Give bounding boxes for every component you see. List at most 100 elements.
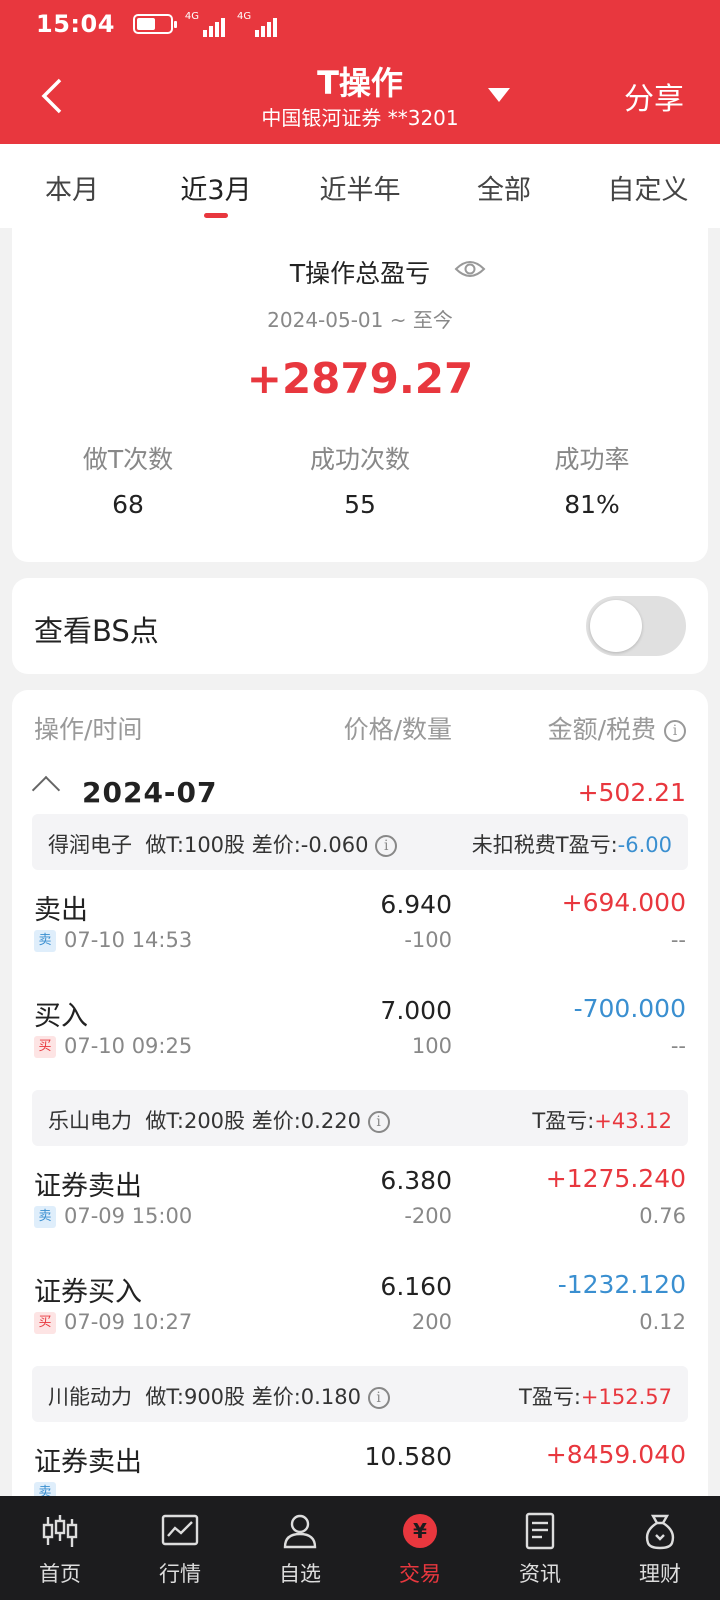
share-button[interactable]: 分享 — [624, 74, 684, 118]
stock-group-header[interactable]: 乐山电力 做T:200股 差价:0.220 i T盈亏:+43.12 — [32, 1090, 688, 1146]
eye-icon[interactable] — [454, 258, 486, 280]
trade-quantity: -100 — [404, 928, 452, 952]
trade-fee: 0.76 — [639, 1204, 686, 1228]
t-profit: 未扣税费T盈亏:-6.00 — [472, 829, 672, 859]
nav-label: 资讯 — [519, 1562, 561, 1586]
trade-time: 07-09 10:27 — [64, 1310, 193, 1334]
buy-tag: 买 — [34, 1036, 56, 1058]
trade-row[interactable]: 证券卖出卖 07-09 15:00 6.380 -200 +1275.240 0.76 — [12, 1152, 708, 1256]
trade-time: 07-10 09:25 — [64, 1034, 193, 1058]
buy-tag: 买 — [34, 1312, 56, 1334]
trade-quantity: -200 — [404, 1204, 452, 1228]
stock-summary: 乐山电力 做T:200股 差价:0.220 i — [48, 1105, 390, 1135]
trade-operation: 证券买入 — [34, 1277, 142, 1308]
price-diff: 差价:0.220 — [251, 1109, 361, 1133]
trade-price: 6.380 — [380, 1166, 452, 1195]
t-shares: 做T:900股 — [145, 1385, 246, 1409]
stock-group-header[interactable]: 川能动力 做T:900股 差价:0.180 i T盈亏:+152.57 — [32, 1366, 688, 1422]
trade-row[interactable]: 买入买 07-10 09:25 7.000 100 -700.000 -- — [12, 982, 708, 1086]
stat-success-rate: 成功率 81% — [476, 440, 708, 519]
tab-label: 近3月 — [180, 175, 252, 206]
trade-amount: -700.000 — [573, 994, 686, 1023]
stat-t-count: 做T次数 68 — [12, 440, 244, 519]
total-profit: +2879.27 — [246, 354, 474, 403]
stock-summary: 得润电子 做T:100股 差价:-0.060 i — [48, 829, 398, 859]
account-selector[interactable]: 中国银河证券 **3201 — [0, 102, 720, 131]
stat-success-count: 成功次数 55 — [244, 440, 476, 519]
yuan-icon: ¥ — [396, 1508, 444, 1554]
stat-value: 68 — [112, 490, 144, 519]
trade-time: 07-10 14:53 — [64, 928, 193, 952]
t-profit-value: -6.00 — [617, 833, 672, 857]
trade-fee: -- — [670, 1034, 686, 1058]
document-icon — [516, 1508, 564, 1554]
t-profit-value: +43.12 — [594, 1109, 672, 1133]
nav-item-3[interactable]: ¥ 交易 — [360, 1496, 480, 1600]
price-diff: 差价:0.180 — [251, 1385, 361, 1409]
nav-item-0[interactable]: 首页 — [0, 1496, 120, 1600]
stat-value: 55 — [344, 490, 376, 519]
tab-2[interactable]: 近半年 — [288, 144, 432, 228]
tab-active-indicator — [204, 213, 228, 218]
stat-label: 成功次数 — [309, 445, 410, 474]
bs-points-card: 查看BS点 — [12, 578, 708, 674]
stat-label: 成功率 — [554, 445, 630, 474]
trade-operation: 买入 — [34, 1001, 88, 1032]
trade-list: 操作/时间 价格/数量 金额/税费 i 2024-07 +502.21 得润电子… — [12, 690, 708, 1510]
nav-label: 理财 — [639, 1562, 681, 1586]
t-shares: 做T:100股 — [145, 833, 246, 857]
trade-fee: -- — [670, 928, 686, 952]
chart-icon — [156, 1508, 204, 1554]
t-profit-label: T盈亏: — [532, 1109, 595, 1133]
tab-label: 自定义 — [607, 175, 689, 206]
trade-operation: 卖出 — [34, 895, 88, 926]
nav-label: 首页 — [39, 1562, 81, 1586]
trade-quantity: 200 — [411, 1310, 452, 1334]
bs-points-toggle[interactable] — [586, 596, 686, 656]
nav-label: 交易 — [399, 1562, 441, 1586]
trade-row[interactable]: 证券买入买 07-09 10:27 6.160 200 -1232.120 0.12 — [12, 1258, 708, 1362]
info-icon[interactable]: i — [367, 1387, 390, 1409]
sell-tag: 卖 — [34, 1206, 56, 1228]
nav-item-1[interactable]: 行情 — [120, 1496, 240, 1600]
status-time: 15:04 — [36, 10, 115, 38]
col-header-price-qty: 价格/数量 — [343, 715, 452, 744]
signal-label: 4G — [237, 11, 252, 22]
trade-price: 6.160 — [380, 1272, 452, 1301]
tab-0[interactable]: 本月 — [0, 144, 144, 228]
tab-label: 近半年 — [319, 175, 401, 206]
nav-label: 行情 — [159, 1562, 201, 1586]
trade-price: 6.940 — [380, 890, 452, 919]
dropdown-arrow-icon[interactable] — [488, 88, 510, 102]
info-icon[interactable]: i — [664, 720, 686, 742]
trade-row[interactable]: 卖出卖 07-10 14:53 6.940 -100 +694.000 -- — [12, 876, 708, 980]
tab-label: 本月 — [45, 175, 99, 206]
nav-item-4[interactable]: 资讯 — [480, 1496, 600, 1600]
tab-4[interactable]: 自定义 — [576, 144, 720, 228]
signal-icon: 4G — [237, 11, 278, 37]
t-profit-label: T盈亏: — [519, 1385, 581, 1409]
info-icon[interactable]: i — [375, 835, 398, 857]
svg-text:¥: ¥ — [413, 1519, 427, 1543]
stock-summary: 川能动力 做T:900股 差价:0.180 i — [48, 1381, 390, 1411]
money-bag-icon — [636, 1508, 684, 1554]
t-profit-label: 未扣税费T盈亏: — [471, 833, 618, 857]
info-icon[interactable]: i — [367, 1111, 390, 1133]
nav-item-5[interactable]: 理财 — [600, 1496, 720, 1600]
header: T操作 中国银河证券 **3201 分享 — [0, 48, 720, 144]
battery-icon — [132, 14, 177, 34]
trade-price: 7.000 — [380, 996, 452, 1025]
trade-amount: +1275.240 — [545, 1164, 686, 1193]
tab-3[interactable]: 全部 — [432, 144, 576, 228]
nav-item-2[interactable]: 自选 — [240, 1496, 360, 1600]
summary-card: T操作总盈亏 2024-05-01 ~ 至今 +2879.27 做T次数 68 … — [12, 228, 708, 562]
nav-label: 自选 — [279, 1562, 321, 1586]
stock-name: 乐山电力 — [48, 1109, 132, 1133]
stock-group-header[interactable]: 得润电子 做T:100股 差价:-0.060 i 未扣税费T盈亏:-6.00 — [32, 814, 688, 870]
col-header-amount-fee: 金额/税费 i — [548, 710, 686, 746]
stock-name: 川能动力 — [48, 1385, 132, 1409]
trade-amount: -1232.120 — [557, 1270, 686, 1299]
tab-1[interactable]: 近3月 — [144, 144, 288, 228]
stat-value: 81% — [564, 490, 620, 519]
summary-period: 2024-05-01 ~ 至今 — [267, 308, 453, 332]
